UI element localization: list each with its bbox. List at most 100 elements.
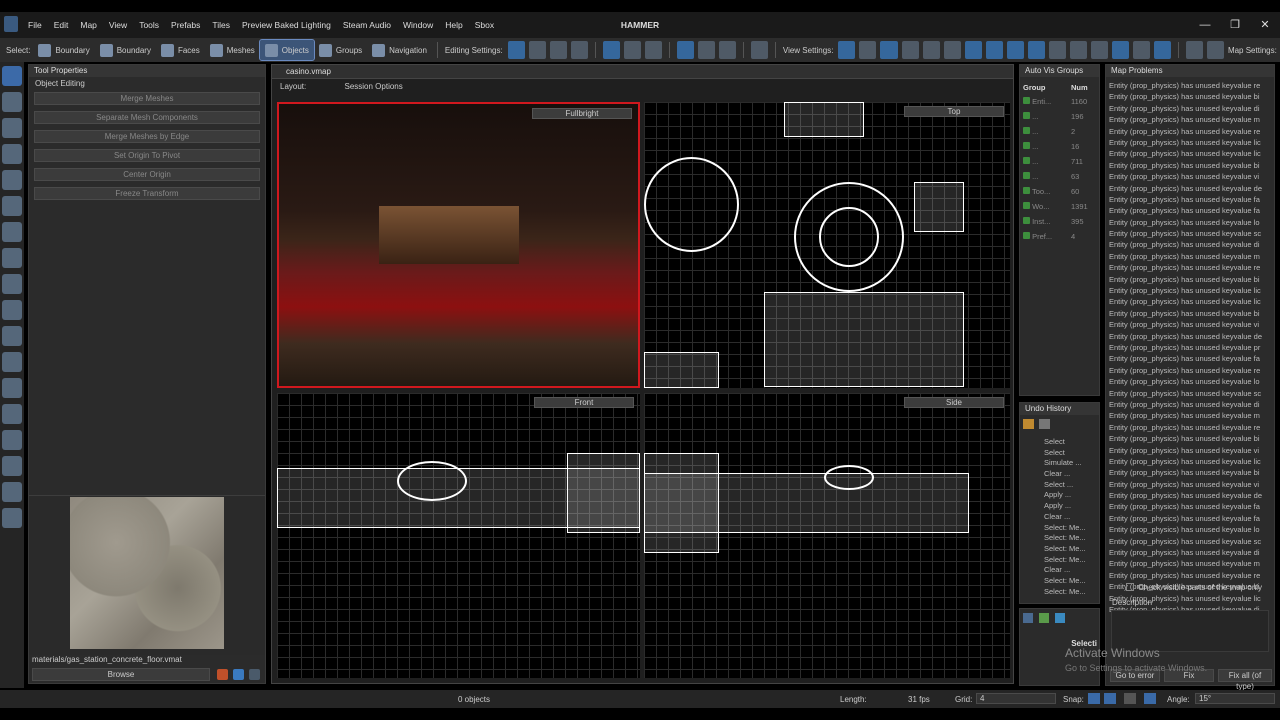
select-faces-button[interactable]: Faces [156,40,205,60]
problem-item[interactable]: Entity (prop_physics) has unused keyvalu… [1109,206,1271,217]
problem-item[interactable]: Entity (prop_physics) has unused keyvalu… [1109,275,1271,286]
view-physics-icon[interactable] [1090,41,1108,59]
problem-item[interactable]: Entity (prop_physics) has unused keyvalu… [1109,309,1271,320]
problem-item[interactable]: Entity (prop_physics) has unused keyvalu… [1109,240,1271,251]
undo-icon[interactable] [1023,419,1034,429]
side-viewport-dropdown[interactable]: Side [904,397,1004,408]
add-selection-icon[interactable] [1039,613,1050,623]
problem-item[interactable]: Entity (prop_physics) has unused keyvalu… [1109,252,1271,263]
menu-steam-audio[interactable]: Steam Audio [343,20,391,30]
pivot-icon[interactable] [549,41,567,59]
problem-item[interactable]: Entity (prop_physics) has unused keyvalu… [1109,525,1271,536]
table-row[interactable]: ... 711 [1020,154,1099,169]
umbrella-icon[interactable] [718,41,736,59]
col-group-header[interactable]: Group [1020,81,1068,94]
problem-item[interactable]: Entity (prop_physics) has unused keyvalu… [1109,446,1271,457]
table-row[interactable]: ... 196 [1020,109,1099,124]
grid-size-dropdown[interactable]: 4 [976,693,1056,704]
menu-file[interactable]: File [28,20,42,30]
angle-dropdown[interactable]: 15° [1195,693,1275,704]
problem-item[interactable]: Entity (prop_physics) has unused keyvalu… [1109,184,1271,195]
gamepad-icon[interactable] [750,41,768,59]
set-origin-to-pivot-button[interactable]: Set Origin To Pivot [34,149,260,162]
problem-item[interactable]: Entity (prop_physics) has unused keyvalu… [1109,229,1271,240]
problem-item[interactable]: Entity (prop_physics) has unused keyvalu… [1109,195,1271,206]
center-origin-button[interactable]: Center Origin [34,168,260,181]
paint-tool-icon[interactable] [2,378,22,398]
menu-map[interactable]: Map [80,20,97,30]
select-prefabs-icon[interactable] [644,41,662,59]
selection-bounds-icon[interactable] [570,41,588,59]
check-visible-checkbox[interactable] [1126,583,1134,591]
visibility-checkbox[interactable] [1023,97,1030,104]
problem-item[interactable]: Entity (prop_physics) has unused keyvalu… [1109,320,1271,331]
cubes-icon[interactable] [697,41,715,59]
list-item[interactable]: Select [1044,448,1099,459]
table-row[interactable]: Too... 60 [1020,184,1099,199]
snap-angle-icon[interactable] [1144,693,1156,704]
view-light-icon[interactable] [1153,41,1171,59]
side-viewport[interactable]: Side [644,393,1010,678]
list-item[interactable]: Select: Me... [1044,587,1099,598]
table-row[interactable]: ... 2 [1020,124,1099,139]
snap-vertex-icon[interactable] [1104,693,1116,704]
problem-item[interactable]: Entity (prop_physics) has unused keyvalu… [1109,377,1271,388]
scale-tool-icon[interactable] [2,144,22,164]
problem-item[interactable]: Entity (prop_physics) has unused keyvalu… [1109,434,1271,445]
mirror-tool-icon[interactable] [2,326,22,346]
problem-item[interactable]: Entity (prop_physics) has unused keyvalu… [1109,514,1271,525]
problem-item[interactable]: Entity (prop_physics) has unused keyvalu… [1109,104,1271,115]
selection-set-icon[interactable] [1023,613,1033,623]
list-item[interactable]: Select: Me... [1044,533,1099,544]
visibility-checkbox[interactable] [1023,202,1030,209]
move-tool-icon[interactable] [2,92,22,112]
texture-tool-icon[interactable] [2,352,22,372]
tool-properties-tab[interactable]: Tool Properties [29,65,265,77]
problem-item[interactable]: Entity (prop_physics) has unused keyvalu… [1109,537,1271,548]
list-item[interactable]: Clear ... [1044,512,1099,523]
problem-item[interactable]: Entity (prop_physics) has unused keyvalu… [1109,343,1271,354]
pivot-tool-icon[interactable] [2,170,22,190]
problem-item[interactable]: Entity (prop_physics) has unused keyvalu… [1109,559,1271,570]
view-meshes-icon[interactable] [880,41,898,59]
select-boundary-button[interactable]: Boundary [33,40,94,60]
problem-item[interactable]: Entity (prop_physics) has unused keyvalu… [1109,400,1271,411]
select-tool-icon[interactable] [2,66,22,86]
top-viewport-dropdown[interactable]: Top [904,106,1004,117]
check-visible-option[interactable]: Check visible parts of the map only [1126,583,1262,592]
visibility-checkbox[interactable] [1023,172,1030,179]
table-row[interactable]: Enti... 1160 [1020,94,1099,109]
problem-item[interactable]: Entity (prop_physics) has unused keyvalu… [1109,366,1271,377]
cube-view-icon[interactable] [676,41,694,59]
problem-item[interactable]: Entity (prop_physics) has unused keyvalu… [1109,480,1271,491]
monitor-icon[interactable] [1185,41,1203,59]
menu-tools[interactable]: Tools [139,20,159,30]
merge-meshes-button[interactable]: Merge Meshes [34,92,260,105]
problem-item[interactable]: Entity (prop_physics) has unused keyvalu… [1109,571,1271,582]
entity-tool-icon[interactable] [2,196,22,216]
problem-item[interactable]: Entity (prop_physics) has unused keyvalu… [1109,172,1271,183]
view-world-icon[interactable] [943,41,961,59]
list-item[interactable]: Select ... [1044,480,1099,491]
clip-tool-icon[interactable] [2,300,22,320]
navigation-tool-icon[interactable] [2,508,22,528]
select-entities-icon[interactable] [623,41,641,59]
session-options-dropdown[interactable]: Session Options [344,82,402,91]
document-tab[interactable]: casino.vmap [272,65,1013,79]
foliage-tool-icon[interactable] [2,456,22,476]
problem-item[interactable]: Entity (prop_physics) has unused keyvalu… [1109,138,1271,149]
problem-item[interactable]: Entity (prop_physics) has unused keyvalu… [1109,81,1271,92]
front-viewport[interactable]: Front [277,393,640,678]
menu-tiles[interactable]: Tiles [212,20,230,30]
table-row[interactable]: ... 63 [1020,169,1099,184]
block-tool-icon[interactable] [2,222,22,242]
view-player-icon[interactable] [1069,41,1087,59]
select-boundary-2-button[interactable]: Boundary [95,40,156,60]
table-row[interactable]: Inst... 395 [1020,214,1099,229]
menu-view[interactable]: View [109,20,127,30]
material-apply-icon[interactable] [233,669,244,680]
problem-item[interactable]: Entity (prop_physics) has unused keyvalu… [1109,468,1271,479]
problem-item[interactable]: Entity (prop_physics) has unused keyvalu… [1109,127,1271,138]
list-item[interactable]: Select: Me... [1044,544,1099,555]
select-navigation-button[interactable]: Navigation [367,40,432,60]
